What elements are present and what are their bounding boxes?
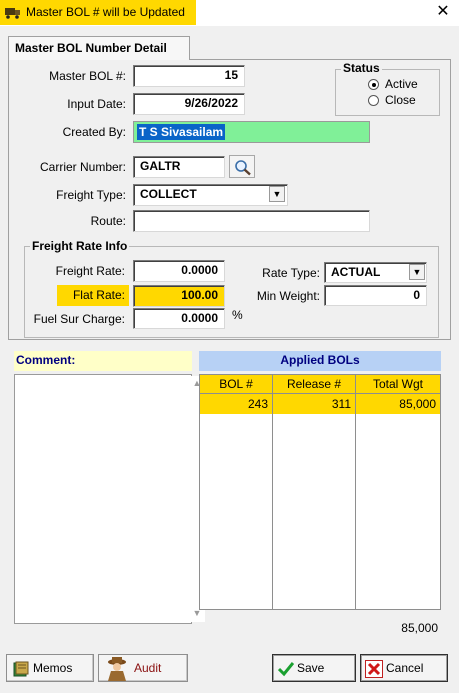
audit-button[interactable]: Audit <box>98 654 188 682</box>
carrier-search-button[interactable] <box>229 155 255 178</box>
grid-column-divider <box>273 414 356 610</box>
input-date-field[interactable]: 9/26/2022 <box>133 93 245 115</box>
memos-label: Memos <box>33 661 73 675</box>
created-by-label: Created By: <box>62 125 126 139</box>
input-date-label: Input Date: <box>67 97 126 111</box>
master-bol-field[interactable]: 15 <box>133 65 245 87</box>
grid-column-divider <box>200 414 273 610</box>
table-cell-release[interactable]: 311 <box>273 394 356 414</box>
table-cell-total-wgt[interactable]: 85,000 <box>356 394 440 414</box>
freight-type-label: Freight Type: <box>56 188 126 202</box>
truck-icon <box>5 8 20 19</box>
close-button[interactable]: ✕ <box>431 2 455 22</box>
freight-type-value: COLLECT <box>140 187 197 201</box>
comment-header: Comment: <box>14 351 192 371</box>
flat-rate-field[interactable]: 100.00 <box>133 285 225 307</box>
window-title: Master BOL # will be Updated <box>26 5 185 19</box>
master-bol-label: Master BOL #: <box>49 69 126 83</box>
fuel-sur-charge-field[interactable]: 0.0000 <box>133 308 225 329</box>
save-button[interactable]: Save <box>272 654 356 682</box>
rate-type-value: ACTUAL <box>331 265 381 279</box>
tab-master-bol-detail[interactable]: Master BOL Number Detail <box>8 36 190 60</box>
table-cell-bol[interactable]: 243 <box>200 394 273 414</box>
save-label: Save <box>297 661 325 675</box>
checkmark-icon <box>278 662 294 677</box>
cancel-x-icon <box>365 660 383 678</box>
book-icon <box>13 661 29 677</box>
status-title: Status <box>341 61 382 75</box>
column-header-bol[interactable]: BOL # <box>200 375 273 394</box>
freight-type-dropdown-icon[interactable]: ▼ <box>269 186 285 202</box>
freight-rate-field[interactable]: 0.0000 <box>133 260 225 282</box>
cancel-button[interactable]: Cancel <box>360 654 448 682</box>
detective-icon <box>108 657 126 681</box>
flat-rate-label: Flat Rate: <box>72 288 125 302</box>
carrier-number-field[interactable]: GALTR <box>133 156 225 178</box>
carrier-number-label: Carrier Number: <box>39 160 126 174</box>
memos-button[interactable]: Memos <box>6 654 94 682</box>
applied-bols-header: Applied BOLs <box>199 351 441 371</box>
status-close-radio[interactable] <box>368 95 379 106</box>
column-header-release[interactable]: Release # <box>273 375 356 394</box>
audit-label: Audit <box>134 661 162 675</box>
created-by-value: T S Sivasailam <box>137 124 226 140</box>
magnifier-icon <box>235 160 251 176</box>
comment-textarea[interactable]: ▲ ▼ <box>14 374 205 624</box>
min-weight-label: Min Weight: <box>256 289 320 303</box>
created-by-field[interactable]: T S Sivasailam <box>133 121 370 143</box>
fuel-sur-charge-label: Fuel Sur Charge: <box>33 312 125 326</box>
route-field[interactable] <box>133 210 370 232</box>
applied-bols-grid[interactable]: BOL # Release # Total Wgt 243 311 85,000 <box>199 374 441 610</box>
column-header-total-wgt[interactable]: Total Wgt <box>356 375 440 394</box>
status-close-label[interactable]: Close <box>385 93 416 107</box>
percent-sign: % <box>232 308 243 322</box>
rate-type-dropdown-icon[interactable]: ▼ <box>409 264 425 280</box>
freight-rate-label: Freight Rate: <box>55 264 125 278</box>
freight-rate-title: Freight Rate Info <box>30 239 130 253</box>
status-active-radio[interactable] <box>368 79 379 90</box>
cancel-label: Cancel <box>386 661 424 675</box>
route-label: Route: <box>90 214 126 228</box>
status-active-label[interactable]: Active <box>385 77 418 91</box>
total-weight: 85,000 <box>401 621 438 635</box>
rate-type-label: Rate Type: <box>262 266 320 280</box>
freight-type-select[interactable]: COLLECT <box>133 184 288 206</box>
min-weight-field[interactable]: 0 <box>324 285 427 306</box>
